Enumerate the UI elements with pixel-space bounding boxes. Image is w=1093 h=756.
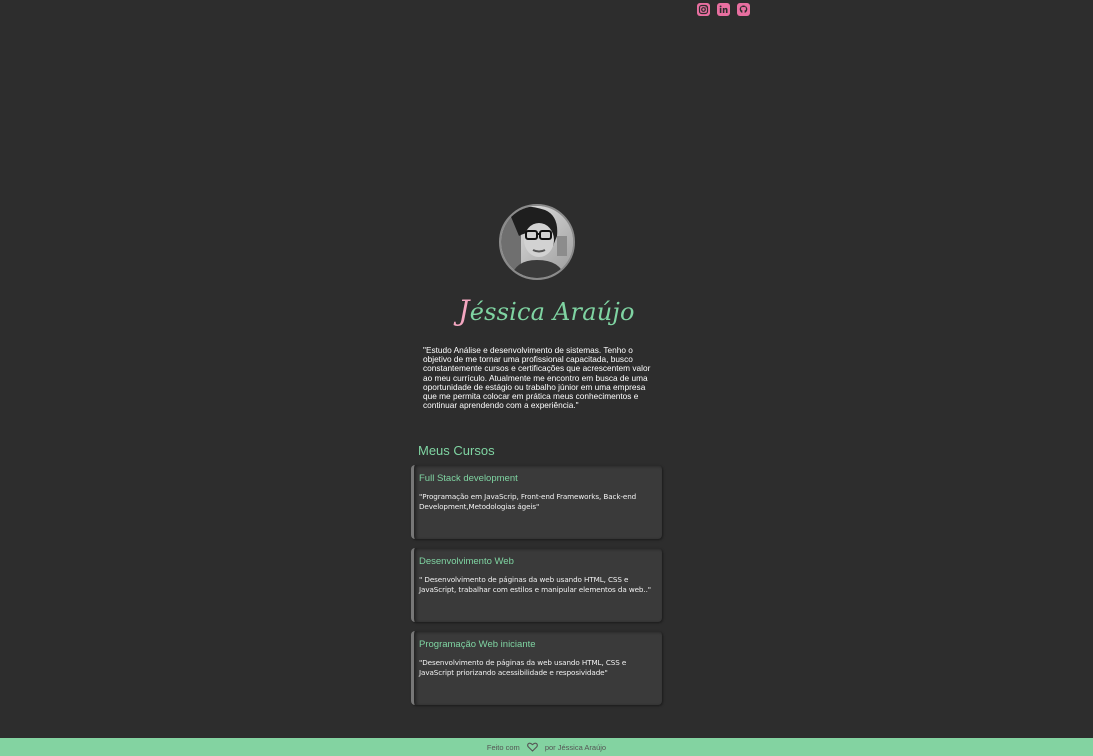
profile-photo — [501, 206, 573, 278]
instagram-icon — [697, 3, 710, 16]
profile-bio: "Estudo Análise e desenvolvimento de sis… — [423, 345, 651, 411]
footer-author: por Jéssica Araújo — [544, 742, 607, 752]
github-link[interactable] — [737, 3, 750, 16]
course-description: " Desenvolvimento de páginas da web usan… — [419, 575, 651, 594]
course-title: Full Stack development — [419, 473, 518, 484]
page-footer: Feito com por Jéssica Araújo — [0, 738, 1093, 756]
courses-title: Meus Cursos — [418, 443, 495, 458]
course-description: "Programação em JavaScrip, Front-end Fra… — [419, 492, 637, 511]
name-initial: J — [458, 294, 470, 327]
course-title: Programação Web iniciante — [419, 639, 536, 650]
linkedin-icon — [717, 3, 730, 16]
profile-name: Jéssica Araújo — [0, 294, 1093, 327]
course-title: Desenvolvimento Web — [419, 556, 514, 567]
course-description: "Desenvolvimento de páginas da web usand… — [419, 658, 627, 677]
course-card: Programação Web iniciante "Desenvolvimen… — [411, 631, 662, 705]
social-links — [697, 3, 750, 16]
instagram-link[interactable] — [697, 3, 710, 16]
course-card: Desenvolvimento Web " Desenvolvimento de… — [411, 548, 662, 622]
name-rest: éssica Araújo — [469, 298, 635, 326]
footer-made-with: Feito com — [486, 742, 520, 752]
heart-icon — [526, 742, 538, 752]
github-icon — [737, 3, 750, 16]
course-card: Full Stack development "Programação em J… — [411, 465, 662, 539]
linkedin-link[interactable] — [717, 3, 730, 16]
portfolio-page: Jéssica Araújo "Estudo Análise e desenvo… — [0, 0, 1093, 756]
profile-avatar — [499, 204, 575, 280]
